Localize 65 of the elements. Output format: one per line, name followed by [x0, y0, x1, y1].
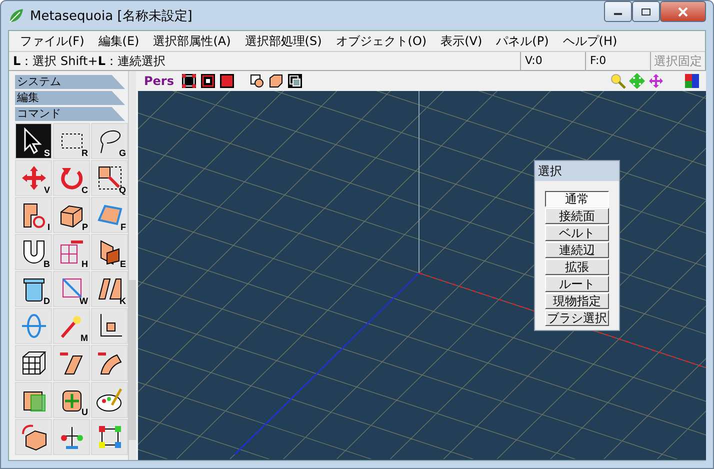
- tool-button[interactable]: M: [53, 308, 90, 344]
- panel-title: 選択: [535, 161, 619, 181]
- window-title: Metasequoia [名称未設定]: [30, 8, 194, 24]
- select-mode-button[interactable]: 連続辺: [545, 242, 609, 258]
- panel-section-header[interactable]: システム: [15, 75, 125, 89]
- tool-button[interactable]: F: [91, 197, 128, 233]
- tool-button[interactable]: P: [53, 197, 90, 233]
- close-icon: [678, 6, 688, 16]
- tool-button[interactable]: [91, 308, 128, 344]
- menu-item[interactable]: パネル(P): [489, 32, 556, 50]
- panel-section-header[interactable]: 編集: [15, 91, 125, 105]
- select-mode-button[interactable]: 現物指定: [545, 293, 609, 309]
- object-shapes-icon[interactable]: [249, 73, 265, 89]
- tool-button[interactable]: G: [91, 123, 128, 159]
- tool-button[interactable]: H: [53, 234, 90, 270]
- menu-item[interactable]: 編集(E): [91, 32, 146, 50]
- rotate-view-icon[interactable]: [648, 73, 664, 89]
- menu-item[interactable]: ヘルプ(H): [556, 32, 624, 50]
- box-icon[interactable]: [268, 73, 284, 89]
- tool-button[interactable]: I: [15, 197, 52, 233]
- tool-button[interactable]: C: [53, 160, 90, 196]
- tool-button[interactable]: S: [15, 123, 52, 159]
- panel-section-header[interactable]: コマンド: [15, 107, 125, 121]
- edge-mode-icon[interactable]: [200, 73, 216, 89]
- tool-button[interactable]: [53, 419, 90, 455]
- hint-text: L：選択 Shift+L：連続選択: [12, 53, 166, 70]
- vertex-count: V:0: [520, 52, 585, 70]
- tool-button[interactable]: W: [53, 271, 90, 307]
- menu-item[interactable]: ファイル(F): [13, 32, 92, 50]
- tool-button[interactable]: [91, 382, 128, 418]
- tool-button[interactable]: [15, 345, 52, 381]
- tool-button[interactable]: U: [53, 382, 90, 418]
- tool-button[interactable]: [15, 419, 52, 455]
- scrollbar[interactable]: [128, 71, 136, 460]
- leaf-logo-icon: [8, 8, 24, 24]
- tool-button[interactable]: D: [15, 271, 52, 307]
- tool-button[interactable]: E: [91, 234, 128, 270]
- tool-button[interactable]: R: [53, 123, 90, 159]
- maximize-icon: [641, 8, 651, 16]
- menu-item[interactable]: 選択部処理(S): [238, 32, 329, 50]
- tool-button[interactable]: V: [15, 160, 52, 196]
- zoom-icon[interactable]: [610, 73, 626, 89]
- vertex-mode-icon[interactable]: [181, 73, 197, 89]
- select-mode-button[interactable]: ブラシ選択: [545, 310, 609, 326]
- select-mode-button[interactable]: ルート: [545, 276, 609, 292]
- face-mode-icon[interactable]: [219, 73, 235, 89]
- maximize-button[interactable]: [632, 1, 660, 22]
- menu-item[interactable]: オブジェクト(O): [328, 32, 434, 50]
- select-mode-button[interactable]: 拡張: [545, 259, 609, 275]
- close-button[interactable]: [660, 1, 706, 22]
- 3d-viewport[interactable]: 選択 通常 接続面 ベルト 連続辺 拡張 ルート 現物指定 ブラシ選択: [138, 91, 706, 460]
- tool-button[interactable]: [91, 419, 128, 455]
- tool-button[interactable]: B: [15, 234, 52, 270]
- tool-button[interactable]: [15, 382, 52, 418]
- select-mode-button[interactable]: ベルト: [545, 225, 609, 241]
- tool-button[interactable]: [53, 345, 90, 381]
- menu-item[interactable]: 選択部属性(A): [146, 32, 238, 50]
- select-mode-button[interactable]: 通常: [545, 191, 609, 207]
- menu-item[interactable]: 表示(V): [434, 32, 490, 50]
- layers-icon[interactable]: [287, 73, 303, 89]
- view-mode-label[interactable]: Pers: [144, 74, 174, 88]
- minimize-button[interactable]: [604, 1, 632, 22]
- select-mode-button[interactable]: 接続面: [545, 208, 609, 224]
- color-grid-icon[interactable]: [684, 73, 700, 89]
- tool-button[interactable]: [91, 345, 128, 381]
